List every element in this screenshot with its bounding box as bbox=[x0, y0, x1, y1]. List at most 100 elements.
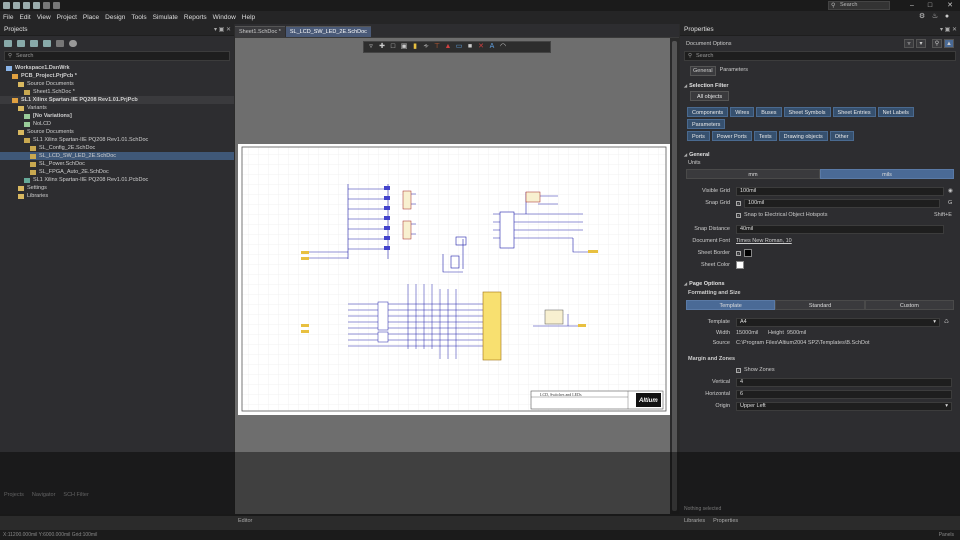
selection-filter-header[interactable]: Selection Filter bbox=[680, 79, 960, 90]
tree-item[interactable]: Variants bbox=[0, 104, 234, 112]
tab-parameters[interactable]: Parameters bbox=[718, 66, 750, 76]
sheet-color-swatch[interactable] bbox=[736, 261, 744, 269]
sheet-border-checkbox[interactable]: ✓ bbox=[736, 250, 741, 256]
tree-item[interactable]: SL_LCD_SW_LED_2E.SchDoc bbox=[0, 152, 234, 160]
tree-item[interactable]: Settings bbox=[0, 184, 234, 192]
menu-place[interactable]: Place bbox=[80, 14, 102, 21]
folder-icon[interactable] bbox=[30, 39, 38, 47]
tab-sl-lcd-sw-led[interactable]: SL_LCD_SW_LED_2E.SchDoc bbox=[285, 26, 371, 37]
filter-icon[interactable]: ▿ bbox=[367, 43, 375, 51]
project-icon[interactable] bbox=[17, 39, 25, 47]
redo-icon[interactable] bbox=[53, 2, 60, 9]
sheet-border-color-swatch[interactable] bbox=[744, 249, 752, 257]
editor-vertical-scrollbar[interactable] bbox=[670, 38, 679, 514]
tree-item[interactable]: PCB_Project.PrjPcb * bbox=[0, 72, 234, 80]
menu-tools[interactable]: Tools bbox=[128, 14, 149, 21]
units-mm-button[interactable]: mm bbox=[686, 169, 820, 179]
filter-icon[interactable]: ▿ bbox=[904, 39, 914, 48]
panels-button[interactable]: Panels bbox=[939, 532, 954, 538]
close-button[interactable]: ✕ bbox=[944, 0, 956, 11]
menu-view[interactable]: View bbox=[34, 14, 54, 21]
filter-chip[interactable]: Parameters bbox=[687, 119, 726, 129]
scrollbar-thumb[interactable] bbox=[672, 41, 677, 511]
tree-item[interactable]: SL_Config_2E.SchDoc bbox=[0, 144, 234, 152]
menu-project[interactable]: Project bbox=[54, 14, 80, 21]
filter-chip[interactable]: Wires bbox=[730, 107, 755, 117]
tree-item[interactable]: [No Variations] bbox=[0, 112, 234, 120]
place-part-icon[interactable]: ▮ bbox=[411, 43, 419, 51]
tree-item[interactable]: SL1 Xilinx Spartan-IIE PQ208 Rev1.01.Sch… bbox=[0, 136, 234, 144]
all-objects-button[interactable]: All objects bbox=[690, 91, 730, 101]
filter-chip[interactable]: Buses bbox=[756, 107, 782, 117]
schematic-canvas[interactable]: ▿ ✚ □ ▣ ▮ ∻ ⊤ ▲ ▭ ■ ✕ A ◠ LCD, Switches … bbox=[235, 38, 670, 514]
workspace-icon[interactable] bbox=[4, 39, 12, 47]
harness-icon[interactable]: ▲ bbox=[444, 43, 452, 51]
menu-help[interactable]: Help bbox=[239, 14, 258, 21]
visible-grid-eye-icon[interactable]: ◉ bbox=[948, 188, 953, 194]
save-project-icon[interactable] bbox=[43, 39, 51, 47]
editor-tab[interactable]: Editor bbox=[235, 516, 679, 526]
arc-icon[interactable]: ◠ bbox=[499, 43, 507, 51]
wire-icon[interactable]: ∻ bbox=[422, 43, 430, 51]
menu-file[interactable]: File bbox=[0, 14, 16, 21]
filter-dropdown-icon[interactable]: ▾ bbox=[916, 39, 926, 48]
text-icon[interactable]: A bbox=[488, 43, 496, 51]
directive-icon[interactable]: ■ bbox=[466, 43, 474, 51]
tree-item[interactable]: NoLCD bbox=[0, 120, 234, 128]
menu-reports[interactable]: Reports bbox=[181, 14, 210, 21]
document-font-link[interactable]: Times New Roman, 10 bbox=[736, 238, 792, 244]
snap-distance-field[interactable]: 40mil bbox=[736, 224, 944, 234]
snap-grid-field[interactable]: 100mil bbox=[744, 198, 940, 208]
filter-chip[interactable]: Power Ports bbox=[711, 131, 752, 141]
tree-item[interactable]: SL_FPGA_Auto_2E.SchDoc bbox=[0, 168, 234, 176]
template-dropdown[interactable]: A4 ▾ bbox=[736, 317, 940, 327]
visible-grid-field[interactable]: 100mil bbox=[736, 186, 944, 196]
tree-item[interactable]: Workspace1.DsnWrk bbox=[0, 64, 234, 72]
snap-hotspots-checkbox[interactable]: ✓ bbox=[736, 212, 741, 218]
horizontal-field[interactable]: 6 bbox=[736, 389, 952, 399]
menu-simulate[interactable]: Simulate bbox=[150, 14, 181, 21]
format-standard-button[interactable]: Standard bbox=[775, 300, 865, 310]
select-mask-icon[interactable]: ▲ bbox=[944, 39, 954, 48]
tree-item[interactable]: Libraries bbox=[0, 192, 234, 200]
menu-design[interactable]: Design bbox=[102, 14, 128, 21]
projects-search-input[interactable]: ⚲ Search bbox=[4, 51, 230, 61]
filter-chip[interactable]: Net Labels bbox=[877, 107, 914, 117]
menu-edit[interactable]: Edit bbox=[16, 14, 33, 21]
tab-sheet1[interactable]: Sheet1.SchDoc * bbox=[235, 26, 285, 37]
filter-chip[interactable]: Drawing objects bbox=[778, 131, 828, 141]
tree-item[interactable]: Source Documents bbox=[0, 80, 234, 88]
tree-item[interactable]: SL1 Xilinx Spartan-IIE PQ208 Rev1.01.Pcb… bbox=[0, 176, 234, 184]
tab-properties[interactable]: Properties bbox=[713, 518, 738, 524]
panel-pin-close-icon[interactable]: ▾ ▣ ✕ bbox=[940, 26, 957, 33]
units-mils-button[interactable]: mils bbox=[820, 169, 954, 179]
gear-icon[interactable] bbox=[69, 39, 77, 47]
tree-item[interactable]: Source Documents bbox=[0, 128, 234, 136]
menu-window[interactable]: Window bbox=[210, 14, 239, 21]
move-icon[interactable]: ✚ bbox=[378, 43, 386, 51]
minimize-button[interactable]: – bbox=[906, 0, 918, 11]
show-zones-checkbox[interactable]: ✓ bbox=[736, 367, 741, 373]
compile-icon[interactable] bbox=[56, 39, 64, 47]
origin-dropdown[interactable]: Upper Left ▾ bbox=[736, 401, 952, 411]
vertical-field[interactable]: 4 bbox=[736, 377, 952, 387]
template-refresh-icon[interactable]: ♺ bbox=[944, 319, 949, 325]
tree-item[interactable]: Sheet1.SchDoc * bbox=[0, 88, 234, 96]
filter-chip[interactable]: Sheet Entries bbox=[832, 107, 876, 117]
tab-general[interactable]: General bbox=[690, 66, 716, 76]
user-account-icon[interactable]: ● bbox=[942, 12, 952, 22]
filter-chip[interactable]: Components bbox=[687, 107, 729, 117]
settings-gear-icon[interactable]: ⚙ bbox=[917, 12, 927, 22]
notifications-bell-icon[interactable]: ♨ bbox=[930, 12, 940, 22]
new-file-icon[interactable] bbox=[13, 2, 20, 9]
filter-chip[interactable]: Ports bbox=[687, 131, 710, 141]
undo-icon[interactable] bbox=[43, 2, 50, 9]
no-erc-icon[interactable]: ✕ bbox=[477, 43, 485, 51]
save-icon[interactable] bbox=[33, 2, 40, 9]
filter-chip[interactable]: Texts bbox=[753, 131, 777, 141]
port-icon[interactable]: ▭ bbox=[455, 43, 463, 51]
open-file-icon[interactable] bbox=[23, 2, 30, 9]
zoom-selection-icon[interactable]: ⚲ bbox=[932, 39, 942, 48]
tree-item[interactable]: SL1 Xilinx Spartan-IIE PQ208 Rev1.01.Prj… bbox=[0, 96, 234, 104]
format-template-button[interactable]: Template bbox=[686, 300, 776, 310]
